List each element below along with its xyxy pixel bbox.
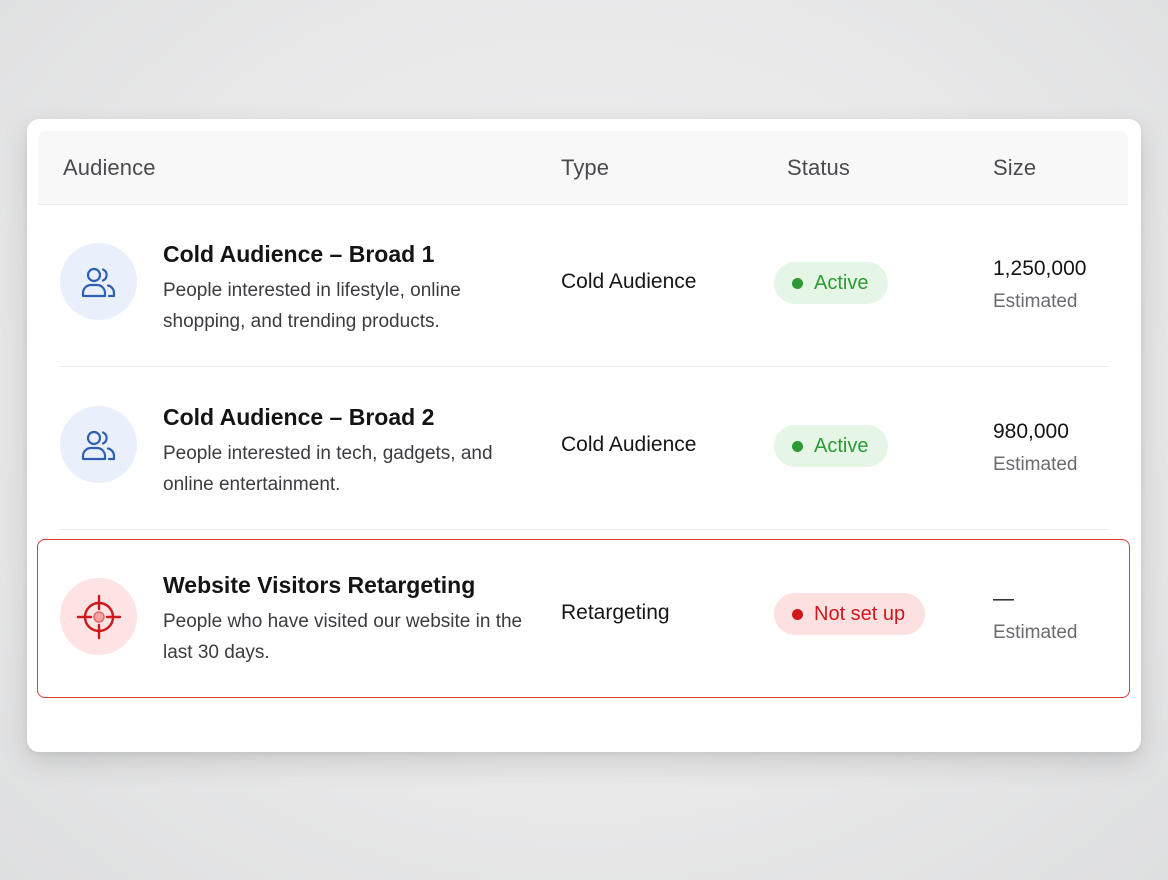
audience-description: People who have visited our website in t… xyxy=(163,611,523,663)
users-icon xyxy=(81,430,115,460)
audience-title: Website Visitors Retargeting xyxy=(163,572,476,598)
audience-size: — xyxy=(993,587,1014,610)
users-icon xyxy=(81,267,115,297)
target-icon xyxy=(76,594,121,639)
audience-size-note: Estimated xyxy=(993,454,1078,475)
audiences-table-card: Audience Type Status Size Cold Audience … xyxy=(27,119,1141,752)
audience-size-note: Estimated xyxy=(993,622,1078,643)
audience-size: 980,000 xyxy=(993,420,1069,443)
audience-size-note: Estimated xyxy=(993,291,1078,312)
table-row[interactable]: Cold Audience – Broad 2 People intereste… xyxy=(38,367,1128,529)
audience-size: 1,250,000 xyxy=(993,257,1087,280)
row-divider xyxy=(59,529,1109,530)
audience-type: Cold Audience xyxy=(561,433,697,456)
table-row-highlighted[interactable]: Website Visitors Retargeting People who … xyxy=(37,539,1130,698)
status-badge: Not set up xyxy=(774,593,926,635)
audience-avatar xyxy=(60,406,137,483)
audience-description: People interested in tech, gadgets, and … xyxy=(163,443,493,495)
column-header-audience[interactable]: Audience xyxy=(63,131,156,204)
status-badge: Active xyxy=(774,262,889,304)
status-dot-icon xyxy=(792,440,803,452)
table-row[interactable]: Cold Audience – Broad 1 People intereste… xyxy=(38,204,1128,366)
audience-avatar xyxy=(60,578,137,655)
column-header-type[interactable]: Type xyxy=(561,131,609,204)
status-label: Active xyxy=(814,271,869,294)
status-label: Active xyxy=(814,434,869,457)
status-dot-icon xyxy=(792,608,803,620)
column-header-status[interactable]: Status xyxy=(787,131,850,204)
column-header-size[interactable]: Size xyxy=(993,131,1036,204)
table-header: Audience Type Status Size xyxy=(38,131,1128,205)
audience-avatar xyxy=(60,243,137,320)
status-dot-icon xyxy=(792,277,803,289)
audience-type: Cold Audience xyxy=(561,270,697,293)
audience-type: Retargeting xyxy=(561,601,670,624)
audience-description: People interested in lifestyle, online s… xyxy=(163,280,461,332)
audience-title: Cold Audience – Broad 2 xyxy=(163,404,435,430)
status-badge: Active xyxy=(774,425,889,467)
status-label: Not set up xyxy=(814,602,906,625)
audience-title: Cold Audience – Broad 1 xyxy=(163,241,435,267)
